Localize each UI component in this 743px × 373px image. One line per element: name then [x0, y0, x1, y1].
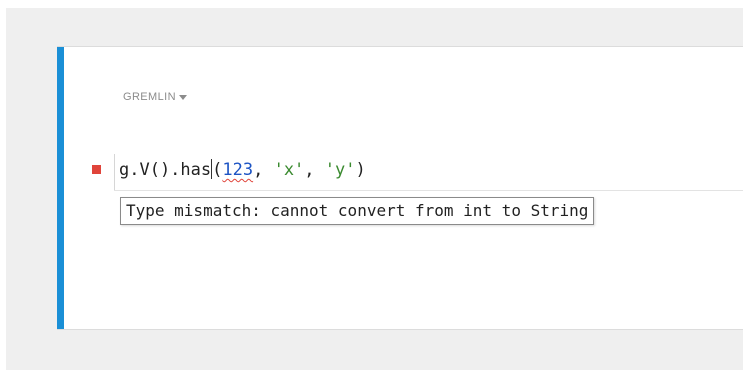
code-separator: , — [253, 160, 274, 180]
code-string-literal: 'x' — [273, 160, 305, 180]
query-card: GREMLIN g.V().has(123, 'x', 'y') Type mi… — [57, 46, 743, 330]
code-line[interactable]: g.V().has(123, 'x', 'y') — [119, 159, 366, 180]
code-number-literal: 123 — [222, 160, 254, 180]
error-marker-icon[interactable] — [92, 165, 101, 174]
gutter-divider — [114, 154, 115, 190]
language-selector[interactable]: GREMLIN — [123, 91, 187, 103]
code-close-paren: ) — [355, 160, 366, 180]
error-tooltip: Type mismatch: cannot convert from int t… — [120, 197, 595, 225]
chevron-down-icon — [178, 95, 187, 100]
code-prefix: g.V().has — [119, 160, 212, 180]
code-editor[interactable]: g.V().has(123, 'x', 'y') — [57, 151, 743, 191]
code-separator: , — [304, 160, 325, 180]
editor-divider — [114, 190, 743, 191]
code-open-paren: ( — [212, 160, 223, 180]
language-label: GREMLIN — [123, 91, 176, 103]
code-string-literal: 'y' — [324, 160, 356, 180]
